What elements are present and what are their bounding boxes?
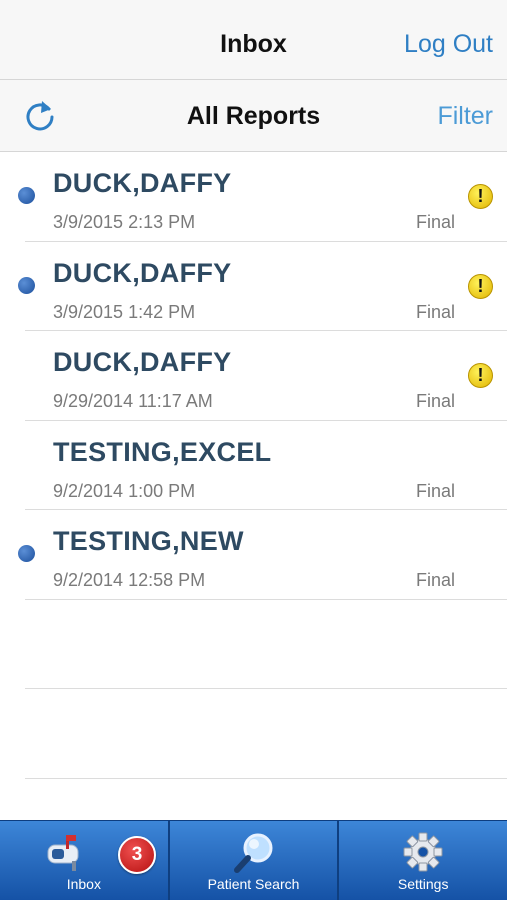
tab-settings[interactable]: Settings bbox=[339, 821, 507, 900]
alert-icon: ! bbox=[468, 273, 493, 299]
filter-button[interactable]: Filter bbox=[437, 102, 493, 131]
alert-icon: ! bbox=[468, 184, 493, 209]
patient-name: DUCK,DAFFY bbox=[53, 257, 232, 288]
report-status: Final bbox=[415, 212, 455, 232]
reports-toolbar: All Reports Filter bbox=[0, 80, 507, 152]
report-datetime: 3/9/2015 1:42 PM bbox=[53, 301, 196, 322]
tab-label: Inbox bbox=[66, 876, 101, 892]
unread-dot-icon bbox=[18, 545, 35, 562]
tab-label: Patient Search bbox=[207, 876, 300, 892]
report-datetime: 3/9/2015 2:13 PM bbox=[53, 212, 196, 232]
patient-name: TESTING,NEW bbox=[53, 526, 244, 556]
report-status: Final bbox=[415, 570, 455, 590]
report-status: Final bbox=[415, 480, 455, 501]
list-title: All Reports bbox=[186, 102, 321, 130]
report-datetime: 9/29/2014 11:17 AM bbox=[53, 391, 213, 411]
report-status: Final bbox=[415, 301, 455, 322]
report-row[interactable]: DUCK,DAFFY 3/9/2015 2:13 PM Final ! bbox=[0, 152, 507, 242]
patient-name: DUCK,DAFFY bbox=[53, 168, 232, 198]
unread-dot-icon bbox=[18, 276, 35, 294]
gear-icon bbox=[403, 832, 443, 872]
empty-row bbox=[0, 600, 507, 689]
report-row[interactable]: DUCK,DAFFY 3/9/2015 1:42 PM Final ! bbox=[0, 242, 507, 331]
magnifier-icon bbox=[233, 833, 272, 873]
report-row[interactable]: TESTING,EXCEL 9/2/2014 1:00 PM Final bbox=[0, 421, 507, 510]
patient-name: DUCK,DAFFY bbox=[53, 347, 232, 377]
navigation-bar: Inbox Log Out bbox=[0, 0, 507, 80]
report-row[interactable]: DUCK,DAFFY 9/29/2014 11:17 AM Final ! bbox=[0, 331, 507, 421]
report-datetime: 9/2/2014 12:58 PM bbox=[53, 570, 206, 590]
patient-name: TESTING,EXCEL bbox=[53, 436, 272, 467]
tab-patient-search[interactable]: Patient Search bbox=[170, 821, 340, 900]
report-list: DUCK,DAFFY 3/9/2015 2:13 PM Final ! DUCK… bbox=[0, 152, 507, 779]
tab-label: Settings bbox=[397, 876, 449, 892]
report-datetime: 9/2/2014 1:00 PM bbox=[53, 480, 196, 501]
unread-dot-icon bbox=[18, 187, 35, 204]
empty-row bbox=[0, 689, 507, 779]
report-row[interactable]: TESTING,NEW 9/2/2014 12:58 PM Final bbox=[0, 510, 507, 600]
report-status: Final bbox=[415, 391, 455, 411]
row-divider bbox=[25, 777, 507, 779]
alert-icon: ! bbox=[468, 363, 493, 388]
tab-inbox[interactable]: 3 Inbox bbox=[0, 821, 170, 900]
inbox-count-badge: 3 bbox=[118, 836, 156, 874]
logout-button[interactable]: Log Out bbox=[404, 30, 493, 59]
mailbox-icon bbox=[47, 835, 79, 871]
tab-bar: 3 Inbox Patient Search Settings bbox=[0, 820, 507, 900]
